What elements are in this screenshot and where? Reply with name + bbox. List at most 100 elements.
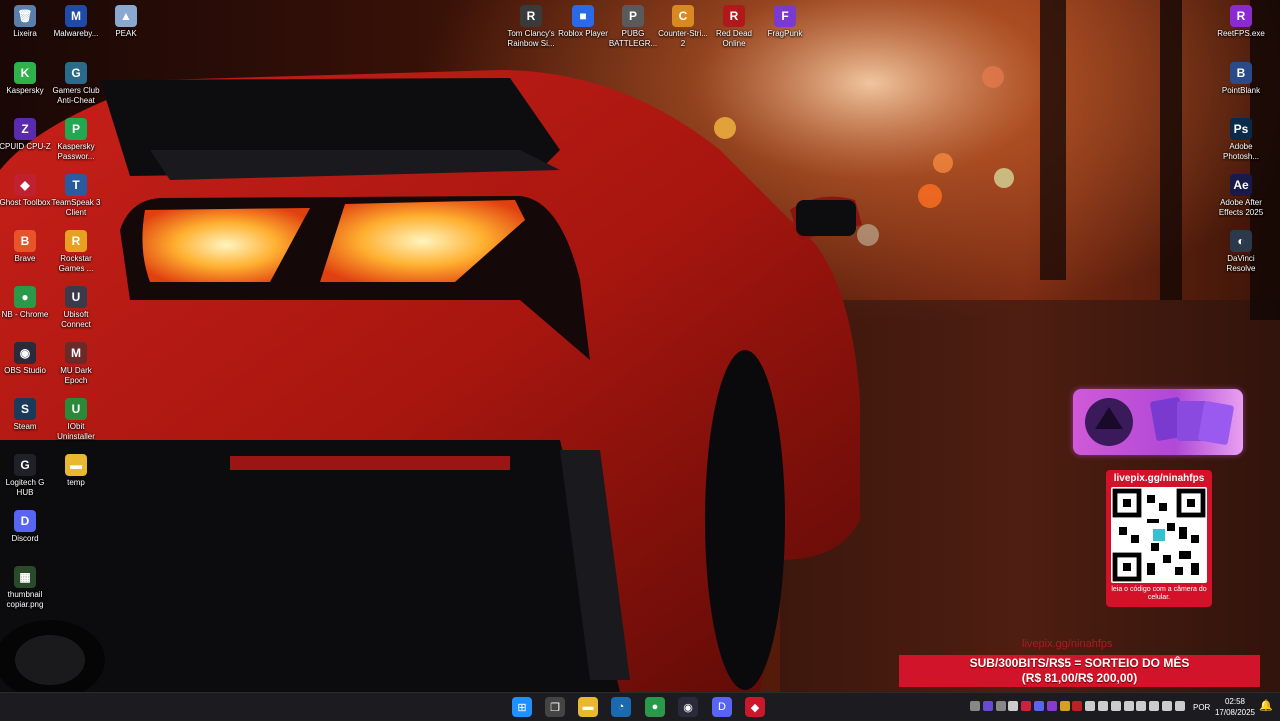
- tray-icon[interactable]: [995, 701, 1006, 711]
- desktop-icon[interactable]: R Tom Clancy's Rainbow Si...: [503, 5, 559, 49]
- obs-button[interactable]: ◉: [678, 697, 698, 717]
- desktop-icon[interactable]: R Red Dead Online: [706, 5, 762, 49]
- file-explorer-button[interactable]: ▬: [578, 697, 598, 717]
- app-icon: S: [14, 398, 36, 420]
- desktop-icon[interactable]: R ReetFPS.exe: [1213, 5, 1269, 39]
- desktop-icon[interactable]: M Malwareby...: [48, 5, 104, 39]
- app-icon: B: [1230, 62, 1252, 84]
- desktop-icon[interactable]: Ps Adobe Photosh...: [1213, 118, 1269, 162]
- desktop-icon-label: Tom Clancy's Rainbow Si...: [507, 29, 555, 48]
- desktop-icon[interactable]: P Kaspersky Passwor...: [48, 118, 104, 162]
- desktop-icon[interactable]: C Counter-Stri... 2: [655, 5, 711, 49]
- desktop-icon-label: Rockstar Games ...: [58, 254, 94, 273]
- tray-icon[interactable]: [1034, 701, 1044, 711]
- tray-icon[interactable]: [1021, 701, 1032, 711]
- desktop-icon-label: NB - Chrome: [1, 310, 49, 319]
- desktop-icon-label: Brave: [14, 254, 36, 263]
- desktop-icon[interactable]: ● NB - Chrome: [0, 286, 53, 320]
- desktop-icon-label: PUBG BATTLEGR...: [608, 29, 658, 48]
- tray-icon[interactable]: [1162, 701, 1172, 711]
- desktop-icon[interactable]: ▦ thumbnail copiar.png: [0, 566, 53, 610]
- app-icon: ▲: [115, 5, 137, 27]
- start-button[interactable]: ⊞: [512, 697, 532, 717]
- desktop-icon-label: MU Dark Epoch: [60, 366, 92, 385]
- desktop-icon-label: OBS Studio: [4, 366, 46, 375]
- tray-icon[interactable]: [1110, 701, 1121, 711]
- desktop-icon[interactable]: ◐ DaVinci Resolve: [1213, 230, 1269, 274]
- tray-icon[interactable]: [1149, 701, 1160, 711]
- tray-icon[interactable]: [1098, 701, 1108, 711]
- app-icon: P: [622, 5, 644, 27]
- promo-artwork-icon: [1085, 397, 1234, 446]
- desktop-icon[interactable]: Ae Adobe After Effects 2025: [1213, 174, 1269, 218]
- tray-icon[interactable]: [1008, 701, 1019, 711]
- chrome-button[interactable]: ●: [645, 697, 665, 717]
- tray-icon[interactable]: [1059, 701, 1070, 711]
- task-view-button[interactable]: ❐: [545, 697, 565, 717]
- desktop-icon[interactable]: M MU Dark Epoch: [48, 342, 104, 386]
- desktop-icon[interactable]: ▲ PEAK: [98, 5, 154, 39]
- desktop-icon-label: Steam: [13, 422, 37, 431]
- app-icon: U: [65, 286, 87, 308]
- desktop-icon[interactable]: G Gamers Club Anti-Cheat: [48, 62, 104, 106]
- desktop-icon[interactable]: ▬ temp: [48, 454, 104, 488]
- app-icon: R: [1230, 5, 1252, 27]
- clock[interactable]: 02:58 17/08/2025: [1214, 696, 1256, 718]
- app-icon: T: [65, 174, 87, 196]
- notification-bell-icon[interactable]: 🔔: [1259, 699, 1273, 712]
- livepix-url-text: livepix.gg/ninahfps: [1022, 638, 1113, 650]
- app-icon: Ps: [1230, 118, 1252, 140]
- desktop-icon-label: PointBlank: [1221, 86, 1261, 95]
- desktop-icon[interactable]: P PUBG BATTLEGR...: [605, 5, 661, 49]
- desktop-icon[interactable]: ◉ OBS Studio: [0, 342, 53, 376]
- desktop-icon[interactable]: ■ Roblox Player: [555, 5, 611, 39]
- app-icon: D: [14, 510, 36, 532]
- app-icon: U: [65, 398, 87, 420]
- livepix-qr-card: livepix.gg/ninahfps leia o código com a …: [1106, 470, 1212, 607]
- desktop-icon-label: DaVinci Resolve: [1226, 254, 1256, 273]
- tray-icon[interactable]: [1085, 701, 1096, 711]
- desktop-icon-label: FragPunk: [767, 29, 803, 38]
- desktop-icon[interactable]: U Ubisoft Connect: [48, 286, 104, 330]
- raffle-line-2: (R$ 81,00/R$ 200,00): [1021, 671, 1138, 685]
- desktop-icon-label: Malwareby...: [53, 29, 99, 38]
- app-icon: ◆: [14, 174, 36, 196]
- desktop-icon[interactable]: R Rockstar Games ...: [48, 230, 104, 274]
- desktop-icon[interactable]: ◆ Ghost Toolbox: [0, 174, 53, 208]
- desktop-icon[interactable]: K Kaspersky: [0, 62, 53, 96]
- tray-icon[interactable]: [1072, 701, 1083, 711]
- desktop-icon-label: Kaspersky Passwor...: [57, 142, 95, 161]
- tray-icon[interactable]: [970, 701, 980, 711]
- edge-button[interactable]: ◔: [611, 697, 631, 717]
- desktop-icon[interactable]: G Logitech G HUB: [0, 454, 53, 498]
- desktop-icon[interactable]: B PointBlank: [1213, 62, 1269, 96]
- desktop-icon-label: temp: [67, 478, 85, 487]
- app-icon: C: [672, 5, 694, 27]
- app-icon: Ae: [1230, 174, 1252, 196]
- app-red-button[interactable]: ◆: [745, 697, 765, 717]
- desktop-icon[interactable]: T TeamSpeak 3 Client: [48, 174, 104, 218]
- desktop-icon[interactable]: 🗑 Lixeira: [0, 5, 53, 39]
- tray-icon[interactable]: [1174, 701, 1185, 711]
- raffle-banner: SUB/300BITS/R$5 = SORTEIO DO MÊS (R$ 81,…: [899, 655, 1260, 687]
- desktop-icon-label: ReetFPS.exe: [1217, 29, 1265, 38]
- desktop-icon[interactable]: D Discord: [0, 510, 53, 544]
- app-icon: F: [774, 5, 796, 27]
- tray-icon[interactable]: [982, 701, 993, 711]
- language-indicator[interactable]: POR: [1193, 703, 1210, 712]
- desktop-icon-label: Discord: [11, 534, 39, 543]
- desktop-icon[interactable]: Z CPUID CPU-Z: [0, 118, 53, 152]
- tray-icon[interactable]: [1136, 701, 1147, 711]
- desktop-icon[interactable]: B Brave: [0, 230, 53, 264]
- desktop-icon[interactable]: S Steam: [0, 398, 53, 432]
- desktop-icon[interactable]: F FragPunk: [757, 5, 813, 39]
- qr-url: livepix.gg/ninahfps: [1113, 473, 1205, 484]
- desktop-icon-label: TeamSpeak 3 Client: [51, 198, 101, 217]
- desktop-icon-label: Logitech G HUB: [5, 478, 45, 497]
- tray-icon[interactable]: [1123, 701, 1134, 711]
- app-icon: R: [520, 5, 542, 27]
- app-icon: ●: [14, 286, 36, 308]
- desktop-icon[interactable]: U IObit Uninstaller: [48, 398, 104, 442]
- tray-icon[interactable]: [1046, 701, 1057, 711]
- discord-button[interactable]: D: [712, 697, 732, 717]
